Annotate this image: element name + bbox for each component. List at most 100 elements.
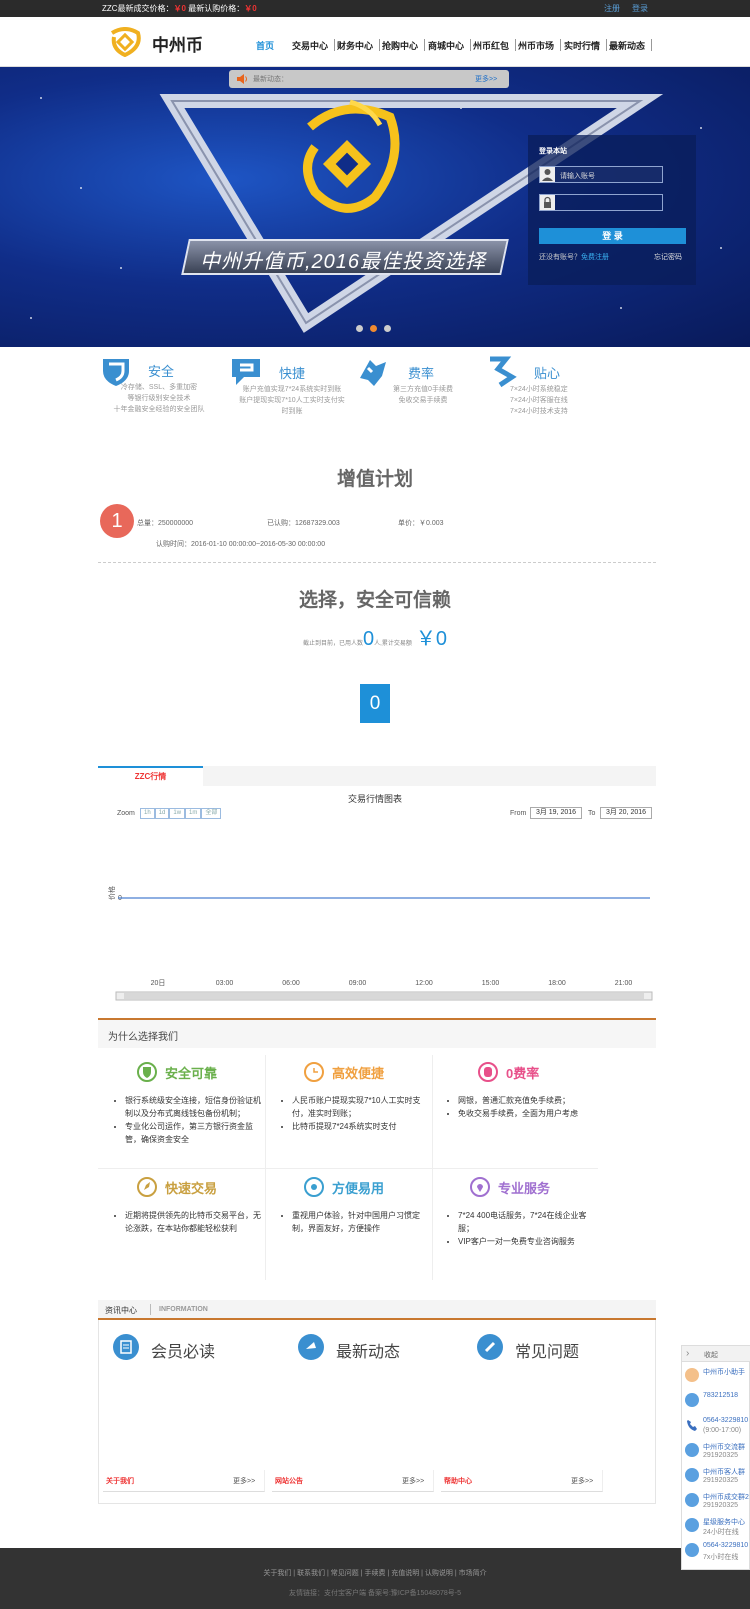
zoom-1h[interactable]: 1h [140, 808, 155, 819]
footer-link[interactable]: 联系我们 [297, 1570, 325, 1577]
nav-mall[interactable]: 商城中心 [428, 39, 464, 52]
logo-text[interactable]: 中州币 [152, 31, 203, 56]
list-more-link[interactable]: 更多>> [571, 1476, 593, 1486]
carousel-dot[interactable] [356, 325, 363, 332]
footer-link[interactable]: 关于我们 [263, 1570, 291, 1577]
x-tick-label: 18:00 [548, 980, 566, 987]
banner-slogan: 中州升值币,2016最佳投资选择 [200, 251, 487, 273]
footer-link[interactable]: 常见问题 [331, 1570, 359, 1577]
to-label: To [588, 810, 596, 817]
list-title[interactable]: 帮助中心 [444, 1476, 472, 1486]
nav-realtime[interactable]: 实时行情 [564, 39, 600, 52]
login-box: 登录本站 请输入账号 登 录 还没有账号？免费注册 忘记密码 [528, 135, 696, 285]
trust-counter: 0 [360, 684, 390, 723]
info-col-title[interactable]: 会员必读 [151, 1338, 215, 1362]
service-item[interactable]: 中州币小助手 [681, 1365, 750, 1389]
tab-zzc[interactable]: ZZC行情 [98, 766, 203, 786]
carousel-dot-active[interactable] [370, 325, 377, 332]
list-more-link[interactable]: 更多>> [402, 1476, 424, 1486]
info-tab[interactable]: 资讯中心 [105, 1305, 137, 1316]
account-placeholder: 请输入账号 [560, 173, 595, 180]
nav-market[interactable]: 州币市场 [518, 39, 554, 52]
service-item[interactable]: 星级服务中心 24小时在线 [681, 1515, 750, 1539]
service-item[interactable]: 中州币客人群 291920325 [681, 1465, 750, 1489]
service-item[interactable]: 中州币交流群 291920325 [681, 1440, 750, 1464]
service-item[interactable]: 0564-3229810 7x小时在线 [681, 1540, 750, 1564]
nav-finance[interactable]: 财务中心 [337, 39, 373, 52]
zoom-buttons: 1h 1d 1w 1m 全部 [140, 808, 222, 819]
speaker-icon [236, 73, 248, 85]
service-item[interactable]: 783212518 [681, 1390, 750, 1414]
service-item[interactable]: 0564-3229810 (9:00-17:00) [681, 1415, 750, 1439]
password-input[interactable] [539, 194, 663, 211]
nav-news[interactable]: 最新动态 [609, 39, 645, 52]
from-date-input[interactable]: 3月 19, 2016 [530, 807, 582, 819]
why-item-title: 快速交易 [165, 1181, 218, 1196]
footer-copyright: 友情链接：支付宝客户端 备案号:豫ICP备15048078号-5 [289, 1590, 461, 1597]
why-item-points: 网银，普通汇款充值免手续费；免收交易手续费，全面为用户考虑 [448, 1094, 598, 1120]
nav-divider [470, 39, 471, 51]
zoom-label: Zoom [117, 810, 135, 817]
zoom-1w[interactable]: 1w [169, 808, 186, 819]
carousel-dot[interactable] [384, 325, 391, 332]
footer-link[interactable]: 认购说明 [425, 1570, 453, 1577]
why-item-points: 银行系统级安全连接，短信身份验证机制以及分布式离线钱包备份机制；专业化公司运作，… [115, 1094, 265, 1146]
why-item-title: 高效便捷 [332, 1066, 385, 1081]
service-item-name: 星级服务中心 [703, 1519, 745, 1526]
nav-trade[interactable]: 交易中心 [292, 39, 328, 52]
footer-link[interactable]: 市场简介 [459, 1570, 487, 1577]
service-item-name: 中州币成交群2 [703, 1494, 749, 1501]
service-item-sub: 291920325 [703, 1502, 739, 1509]
feature-desc: 7×24小时系统稳定 7×24小时客服在线 7×24小时技术支持 [510, 386, 568, 415]
service-item-name: 中州币小助手 [703, 1369, 745, 1376]
qq-icon [685, 1443, 699, 1457]
nav-redpacket[interactable]: 州币红包 [473, 39, 509, 52]
footer-link[interactable]: 手续费 [365, 1570, 386, 1577]
x-tick-label: 06:00 [282, 980, 300, 987]
info-tab-divider [150, 1304, 151, 1315]
footer-link[interactable]: 充值说明 [391, 1570, 419, 1577]
login-button[interactable]: 登 录 [539, 228, 686, 244]
logo-icon[interactable] [108, 27, 142, 58]
service-item[interactable]: 中州币成交群2 291920325 [681, 1490, 750, 1514]
list-more-link[interactable]: 更多>> [233, 1476, 255, 1486]
x-tick-label: 03:00 [216, 980, 234, 987]
to-date-input[interactable]: 3月 20, 2016 [600, 807, 652, 819]
footer-links: 关于我们 | 联系我们 | 常见问题 | 手续费 | 充值说明 | 认购说明 |… [263, 1570, 487, 1577]
feature-title: 贴心 [534, 366, 561, 381]
account-input[interactable]: 请输入账号 [539, 166, 663, 183]
qq-icon [685, 1543, 699, 1557]
free-register-link[interactable]: 免费注册 [581, 254, 609, 261]
info-col-title[interactable]: 最新动态 [336, 1338, 400, 1362]
zoom-all[interactable]: 全部 [201, 808, 222, 819]
service-item-sub: 7x小时在线 [703, 1554, 739, 1561]
list-title[interactable]: 网站公告 [275, 1476, 303, 1486]
zoom-1m[interactable]: 1m [185, 808, 202, 819]
phone-icon [685, 1418, 699, 1432]
plan-price: 单价：￥0.003 [398, 520, 444, 527]
shield-check-icon [137, 1062, 157, 1082]
register-link[interactable]: 注册 [604, 0, 620, 17]
nav-flash[interactable]: 抢购中心 [382, 39, 418, 52]
service-item-name: 中州币交流群 [703, 1444, 745, 1451]
collapse-bar[interactable]: › 收起 [682, 1346, 750, 1362]
dragon-coin-icon [280, 97, 410, 227]
plan-divider [98, 562, 656, 563]
nav-home[interactable]: 首页 [256, 39, 274, 52]
collapse-label[interactable]: 收起 [704, 1350, 718, 1360]
login-link[interactable]: 登录 [632, 0, 648, 17]
x-tick-label: 09:00 [349, 980, 367, 987]
info-col-title[interactable]: 常见问题 [515, 1338, 579, 1362]
chevron-right-icon[interactable]: › [686, 1348, 689, 1359]
info-tab-en: INFORMATION [159, 1306, 208, 1313]
zoom-1d[interactable]: 1d [154, 808, 170, 819]
feature-title: 安全 [148, 364, 175, 379]
list-title[interactable]: 关于我们 [106, 1476, 134, 1486]
service-item-name: 中州币客人群 [703, 1469, 745, 1476]
notice-more-link[interactable]: 更多>> [475, 74, 497, 84]
plan-number-badge: 1 [100, 504, 134, 538]
forgot-password-link[interactable]: 忘记密码 [654, 252, 682, 262]
nav-divider [334, 39, 335, 51]
megaphone-icon [298, 1334, 324, 1360]
feature-title: 快捷 [279, 366, 306, 381]
